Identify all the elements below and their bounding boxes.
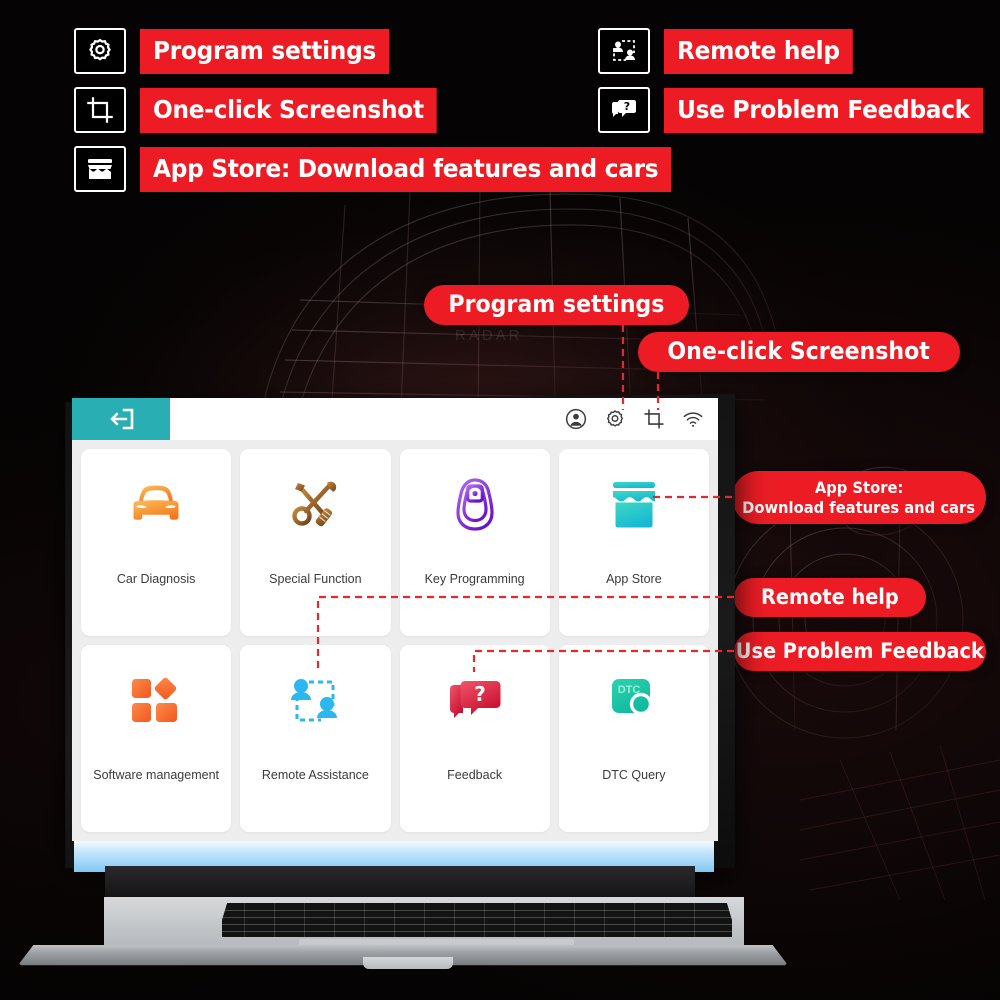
car-icon [125, 472, 187, 538]
store-icon [605, 472, 663, 538]
tools-icon [286, 472, 344, 538]
tile-label: Car Diagnosis [116, 572, 196, 586]
gear-icon[interactable] [604, 408, 626, 430]
crop-icon [74, 87, 126, 133]
key-fob-icon [450, 472, 500, 538]
svg-text:RADAR: RADAR [455, 327, 523, 344]
legend-item-use-problem-feedback: ? Use Problem Feedback [598, 87, 1000, 133]
tile-remote-assistance[interactable]: Remote Assistance [240, 645, 391, 832]
tile-label: Remote Assistance [261, 768, 369, 782]
laptop-deck [104, 897, 744, 949]
exit-arrow-icon [110, 408, 134, 430]
legend-item-one-click-screenshot: One-click Screenshot [74, 87, 459, 133]
tile-label: DTC Query [602, 768, 666, 782]
feedback-icon: ? [598, 87, 650, 133]
callout-text: Program settings [448, 290, 665, 319]
tile-software-management[interactable]: Software management [81, 645, 232, 832]
legend-panel: Program settings One-click Screenshot Ap… [0, 0, 1000, 205]
crop-icon[interactable] [643, 408, 665, 430]
legend-item-remote-help: Remote help [598, 28, 867, 74]
account-icon[interactable] [565, 408, 587, 430]
tile-label: Software management [93, 768, 219, 782]
feedback-icon: ? [446, 668, 504, 734]
legend-label: Use Problem Feedback [664, 87, 983, 133]
app-grid: Car Diagnosis Special Function Key Progr… [72, 440, 718, 841]
tile-label: Special Function [269, 572, 362, 586]
tile-label: App Store [606, 572, 662, 586]
legend-label: Program settings [140, 28, 390, 74]
svg-text:?: ? [474, 682, 486, 706]
remote-icon [287, 668, 343, 734]
tile-app-store[interactable]: App Store [558, 449, 709, 636]
wifi-icon[interactable] [682, 408, 704, 430]
back-button[interactable] [72, 398, 170, 440]
remote-icon [598, 28, 650, 74]
svg-text:?: ? [624, 100, 630, 113]
store-icon [74, 146, 126, 192]
laptop-latch-notch [363, 957, 453, 969]
blocks-icon [129, 668, 183, 734]
tile-label: Feedback [447, 768, 503, 782]
gear-icon [74, 28, 126, 74]
app-topbar [72, 398, 718, 440]
tile-label: Key Programming [424, 572, 525, 586]
legend-item-app-store: App Store: Download features and cars [74, 146, 711, 192]
keyboard [222, 903, 732, 937]
tile-special-function[interactable]: Special Function [240, 449, 391, 636]
laptop-base [18, 897, 788, 972]
callout-text: One-click Screenshot [667, 337, 931, 366]
tile-key-programming[interactable]: Key Programming [399, 449, 550, 636]
tile-dtc-query[interactable]: DTC DTC Query [558, 645, 709, 832]
legend-item-program-settings: Program settings [74, 28, 408, 74]
callout-one-click-screenshot: One-click Screenshot [638, 332, 960, 372]
app-screen: Car Diagnosis Special Function Key Progr… [72, 398, 718, 841]
app-toolbar [565, 398, 704, 440]
legend-label: One-click Screenshot [140, 87, 437, 133]
dtc-query-icon: DTC [607, 668, 661, 734]
legend-label: App Store: Download features and cars [140, 146, 672, 192]
tile-car-diagnosis[interactable]: Car Diagnosis [81, 449, 232, 636]
callout-program-settings: Program settings [424, 285, 689, 325]
tile-feedback[interactable]: ? Feedback [399, 645, 550, 832]
legend-label: Remote help [664, 28, 853, 74]
